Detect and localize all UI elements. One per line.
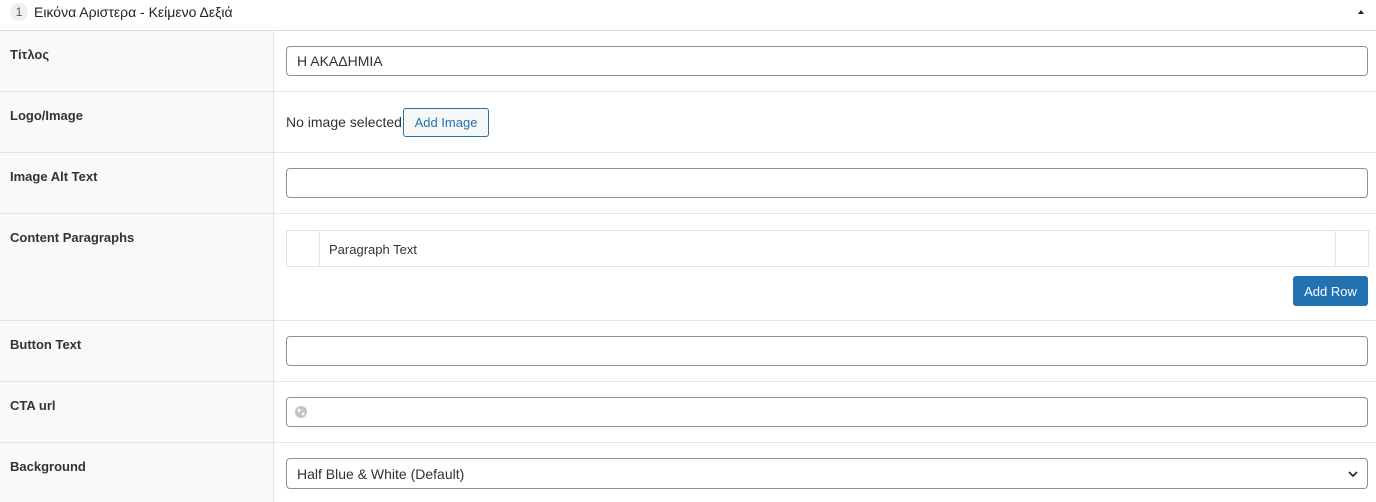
- field-row-title: Τίτλος: [0, 31, 1376, 92]
- repeater-order-column: [287, 231, 320, 266]
- layout-title: Εικόνα Αριστερα - Κείμενο Δεξιά: [34, 4, 233, 20]
- title-label: Τίτλος: [10, 47, 50, 62]
- globe-icon: [295, 406, 307, 418]
- collapse-caret-up-icon[interactable]: [1355, 7, 1367, 17]
- repeater-table: Paragraph Text: [286, 230, 1369, 267]
- title-input[interactable]: [286, 46, 1368, 76]
- alt-text-input[interactable]: [286, 168, 1368, 198]
- background-selected-value: Half Blue & White (Default): [297, 466, 465, 482]
- paragraph-text-column-heading: Paragraph Text: [329, 242, 417, 257]
- button-text-input[interactable]: [286, 336, 1368, 366]
- field-row-paragraphs: Content Paragraphs Paragraph Text Add Ro…: [0, 214, 1376, 321]
- chevron-down-icon: [1348, 471, 1358, 478]
- flexible-layout-header[interactable]: 1 Εικόνα Αριστερα - Κείμενο Δεξιά: [0, 0, 1376, 31]
- background-select[interactable]: Half Blue & White (Default): [286, 458, 1368, 489]
- button-text-label: Button Text: [10, 337, 82, 352]
- paragraphs-label: Content Paragraphs: [10, 230, 135, 245]
- field-row-button-text: Button Text: [0, 321, 1376, 382]
- field-row-background: Background Half Blue & White (Default): [0, 443, 1376, 502]
- alt-text-label: Image Alt Text: [10, 169, 98, 184]
- field-row-alt-text: Image Alt Text: [0, 153, 1376, 214]
- image-label: Logo/Image: [10, 108, 83, 123]
- cta-url-input[interactable]: [286, 397, 1368, 427]
- layout-order-badge: 1: [10, 3, 28, 21]
- field-row-cta-url: CTA url: [0, 382, 1376, 443]
- cta-url-label: CTA url: [10, 398, 56, 413]
- background-label: Background: [10, 459, 86, 474]
- no-image-text: No image selected: [286, 114, 402, 130]
- add-image-button[interactable]: Add Image: [403, 108, 489, 137]
- field-row-image: Logo/Image No image selected Add Image: [0, 92, 1376, 153]
- repeater-actions-column: [1335, 231, 1368, 266]
- add-row-button[interactable]: Add Row: [1293, 276, 1368, 306]
